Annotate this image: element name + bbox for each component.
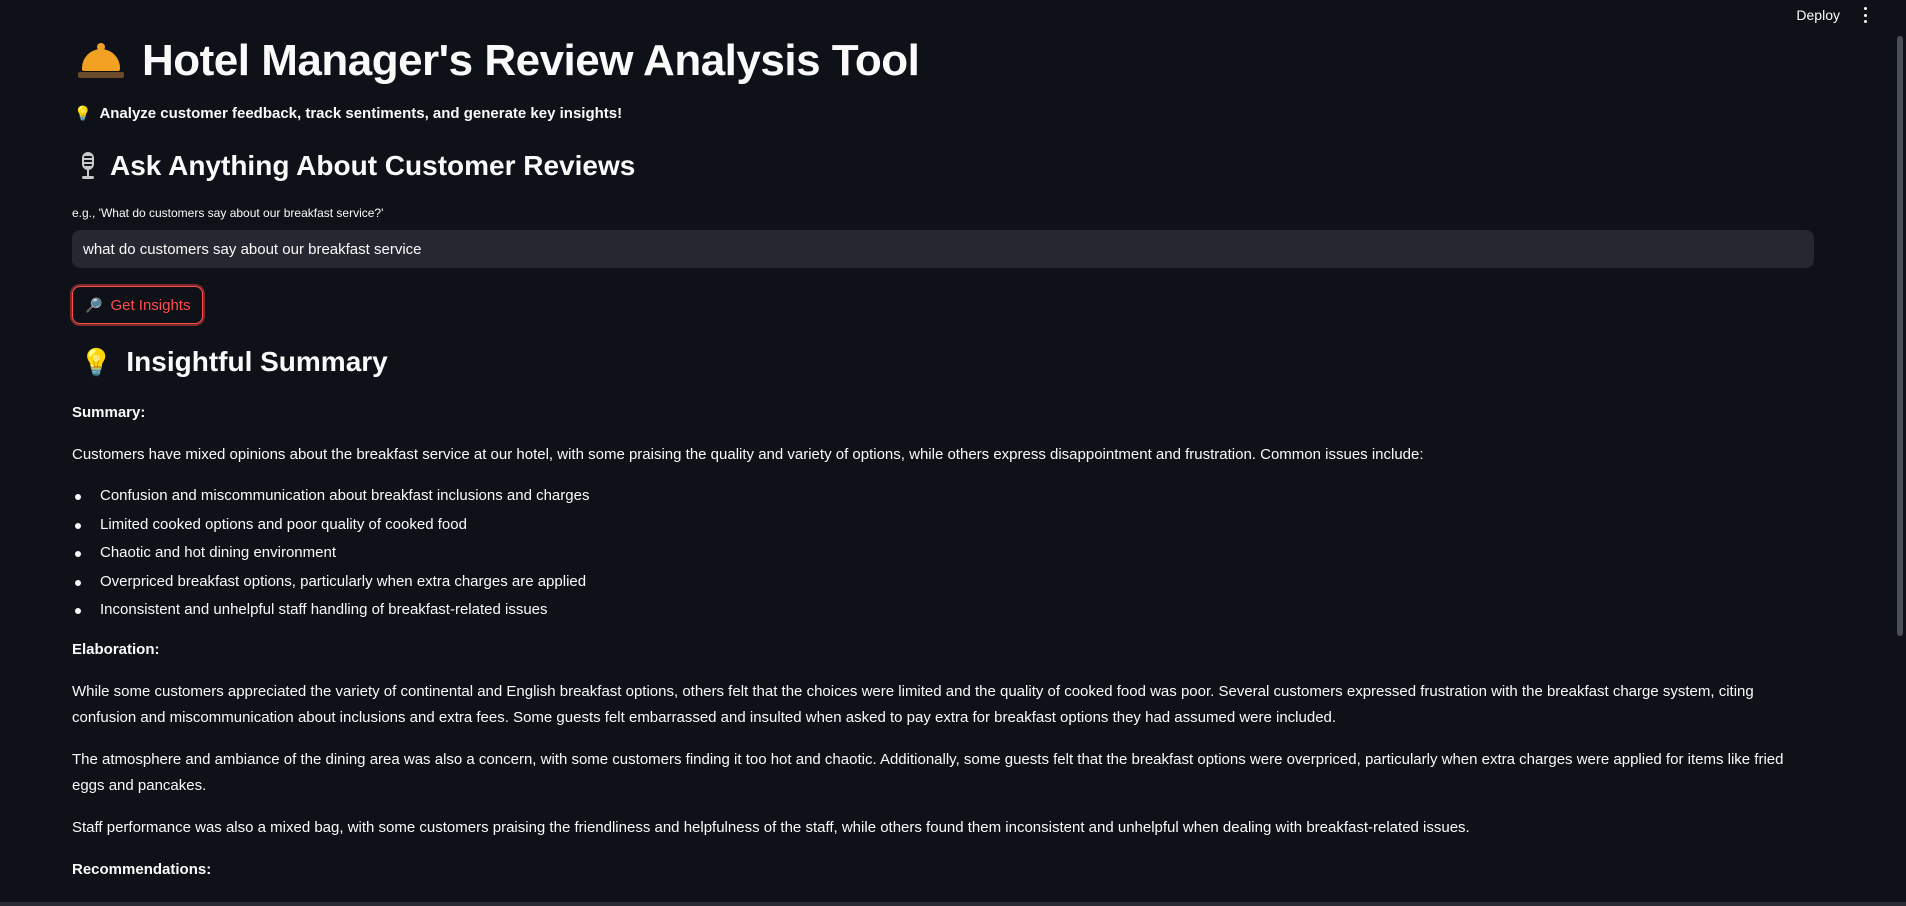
tagline-text: Analyze customer feedback, track sentime… <box>99 105 623 122</box>
lightbulb-icon: 💡 <box>80 346 113 377</box>
paragraph: The atmosphere and ambiance of the dinin… <box>72 750 1784 794</box>
query-input[interactable] <box>72 230 1814 268</box>
page-title: Hotel Manager's Review Analysis Tool <box>78 36 920 86</box>
list-item: Limited cooked options and poor quality … <box>72 511 1816 540</box>
summary-intro: Customers have mixed opinions about the … <box>72 446 1424 463</box>
recommendations-label: Recommendations: <box>72 860 212 878</box>
list-item: Inconsistent and unhelpful staff handlin… <box>72 596 1816 625</box>
bell-icon <box>78 41 124 81</box>
get-insights-label: Get Insights <box>110 296 191 314</box>
list-item: Overpriced breakfast options, particular… <box>72 568 1816 597</box>
bottom-edge <box>0 902 1906 906</box>
query-field-label: e.g., 'What do customers say about our b… <box>72 206 384 220</box>
ask-heading: Ask Anything About Customer Reviews <box>80 150 635 182</box>
get-insights-button[interactable]: 🔎 Get Insights <box>72 286 204 324</box>
paragraph: While some customers appreciated the var… <box>72 682 1754 726</box>
more-options-icon[interactable] <box>1858 7 1872 23</box>
summary-heading: 💡 Insightful Summary <box>80 346 388 378</box>
tagline: 💡 Analyze customer feedback, track senti… <box>74 105 622 122</box>
elaboration-label: Elaboration: <box>72 640 160 658</box>
magnifier-icon: 🔎 <box>85 296 103 313</box>
deploy-button[interactable]: Deploy <box>1796 7 1840 23</box>
summary-heading-text: Insightful Summary <box>126 346 388 377</box>
vertical-scrollbar[interactable] <box>1897 36 1903 636</box>
app-window: Deploy Hotel Manager's Review Analysis T… <box>0 0 1906 906</box>
lightbulb-icon: 💡 <box>74 105 92 121</box>
issues-list: Confusion and miscommunication about bre… <box>72 482 1816 625</box>
page-title-text: Hotel Manager's Review Analysis Tool <box>142 36 920 85</box>
summary-label: Summary: <box>72 404 146 421</box>
list-item: Confusion and miscommunication about bre… <box>72 482 1816 511</box>
summary-content: Summary: Customers have mixed opinions a… <box>72 400 1816 883</box>
paragraph: Staff performance was also a mixed bag, … <box>72 818 1470 836</box>
ask-heading-text: Ask Anything About Customer Reviews <box>110 150 636 181</box>
list-item: Chaotic and hot dining environment <box>72 539 1816 568</box>
top-toolbar: Deploy <box>1796 0 1906 30</box>
microphone-icon <box>80 152 96 180</box>
